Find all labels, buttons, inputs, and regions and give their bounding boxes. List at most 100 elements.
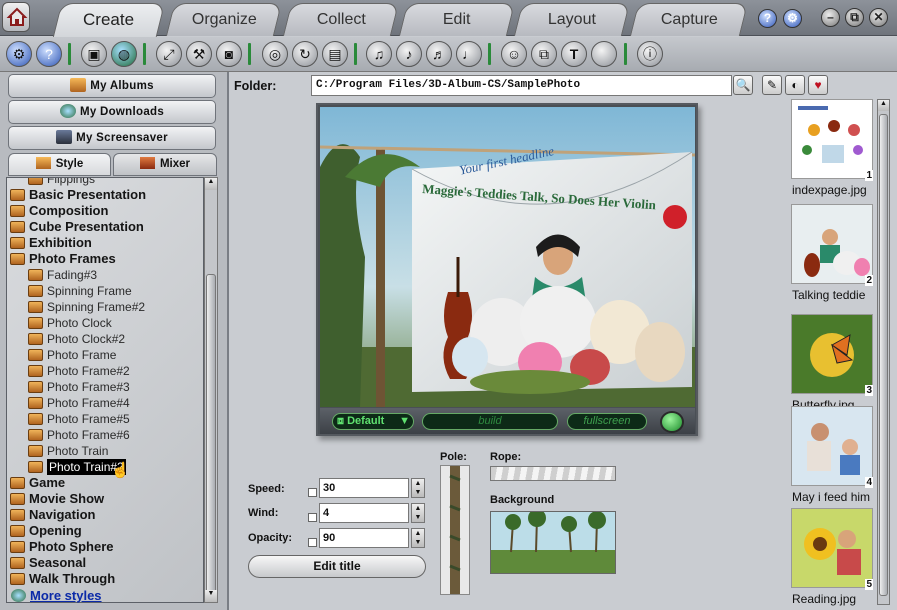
album-box-icon[interactable]: ▣	[81, 41, 107, 67]
scroll-thumb[interactable]	[206, 274, 216, 594]
edit-title-button[interactable]: Edit title	[248, 555, 426, 578]
tree-item[interactable]: Opening	[7, 523, 203, 539]
scroll-thumb[interactable]	[879, 114, 888, 596]
restore-button[interactable]: ⧉	[845, 8, 864, 27]
tree-scrollbar[interactable]: ▲ ▼	[204, 177, 218, 603]
scroll-up-arrow[interactable]: ▲	[878, 100, 889, 111]
heart-icon[interactable]: ♥	[808, 75, 828, 95]
rope-picker[interactable]	[490, 466, 616, 481]
copy-icon[interactable]: ⧉	[531, 41, 557, 67]
folder-path-field[interactable]: C:/Program Files/3D-Album-CS/SamplePhoto	[311, 75, 732, 96]
globe-icon[interactable]: ◍	[111, 41, 137, 67]
tree-item[interactable]: Photo Frame#5	[7, 411, 203, 427]
tree-item[interactable]: Photo Frame#4	[7, 395, 203, 411]
tree-item[interactable]: Basic Presentation	[7, 187, 203, 203]
pencil-icon[interactable]: ✎	[762, 75, 782, 95]
tree-item[interactable]: Game	[7, 475, 203, 491]
tree-item[interactable]: Photo Frames	[7, 251, 203, 267]
fit-screen-icon[interactable]: ⤢	[156, 41, 182, 67]
tree-item-label: Exhibition	[29, 235, 92, 250]
speed-stepper[interactable]: ▲ ▼	[411, 478, 425, 498]
tree-item[interactable]: Navigation	[7, 507, 203, 523]
mixer-icon	[139, 157, 155, 169]
opacity-stepper[interactable]: ▲ ▼	[411, 528, 425, 548]
build-slider[interactable]: build	[422, 413, 558, 430]
minimize-button[interactable]: –	[821, 8, 840, 27]
tree-item-label: Photo Frame	[47, 348, 117, 362]
speed-checkbox[interactable]	[308, 488, 317, 497]
thumbnail-scrollbar[interactable]: ▲	[877, 99, 890, 605]
tab-organize[interactable]: Organize	[165, 3, 283, 36]
settings-icon[interactable]: ⚙	[783, 9, 802, 28]
tab-create[interactable]: Create	[52, 3, 166, 37]
tree-item[interactable]: Photo Train#2 ☝	[7, 459, 203, 479]
tree-item[interactable]: Composition	[7, 203, 203, 219]
tree-item[interactable]: Photo Frame#2	[7, 363, 203, 379]
tree-item-label: Photo Clock	[47, 316, 112, 330]
music-add-icon[interactable]: ♪	[396, 41, 422, 67]
gear-icon[interactable]: ⚙	[6, 41, 32, 67]
tree-item[interactable]: Walk Through	[7, 571, 203, 587]
tree-item[interactable]: Movie Show	[7, 491, 203, 507]
thumbnail-image	[791, 99, 873, 179]
tree-item[interactable]: Photo Sphere	[7, 539, 203, 555]
scroll-up-arrow[interactable]: ▲	[205, 178, 217, 190]
music-list-icon[interactable]: ♬	[426, 41, 452, 67]
home-button[interactable]	[2, 2, 30, 32]
tree-item[interactable]: Photo Train	[7, 443, 203, 459]
wind-field[interactable]: 4	[319, 503, 409, 523]
tools-icon[interactable]: ⚒	[186, 41, 212, 67]
music-note-icon[interactable]: ♫	[366, 41, 392, 67]
tree-item[interactable]: Photo Frame#3	[7, 379, 203, 395]
my-downloads-button[interactable]: My Downloads	[8, 100, 216, 124]
wind-label: Wind:	[248, 507, 279, 519]
tree-item[interactable]: Seasonal	[7, 555, 203, 571]
tab-edit[interactable]: Edit	[398, 3, 516, 36]
user-icon[interactable]: ☺	[501, 41, 527, 67]
toolbar: ⚙ ? ▣ ◍ ⤢ ⚒ ◙ ◎ ↻ ▤ ♫ ♪ ♬ ♩ ☺ ⧉ T ⓘ	[0, 37, 897, 72]
play-button[interactable]	[660, 411, 684, 433]
help-button[interactable]: ?	[758, 9, 777, 28]
tab-layout[interactable]: Layout	[513, 3, 631, 36]
tree-item[interactable]: Spinning Frame	[7, 283, 203, 299]
camera-icon[interactable]: ◙	[216, 41, 242, 67]
tree-item[interactable]: Flippings	[7, 178, 203, 187]
refresh-icon[interactable]: ↻	[292, 41, 318, 67]
disc-icon[interactable]: ◎	[262, 41, 288, 67]
tab-collect[interactable]: Collect	[282, 3, 400, 36]
tree-item[interactable]: Photo Frame	[7, 347, 203, 363]
tree-item-label: Spinning Frame#2	[47, 300, 146, 314]
tree-item[interactable]: Photo Clock	[7, 315, 203, 331]
my-screensaver-button[interactable]: My Screensaver	[8, 126, 216, 150]
background-picker[interactable]	[490, 511, 616, 574]
palette-icon[interactable]: ◐	[785, 75, 805, 95]
browse-folder-icon[interactable]: 🔍	[733, 75, 753, 95]
my-albums-button[interactable]: My Albums	[8, 74, 216, 98]
speed-field[interactable]: 30	[319, 478, 409, 498]
wind-stepper[interactable]: ▲ ▼	[411, 503, 425, 523]
tree-item[interactable]: Photo Frame#6	[7, 427, 203, 443]
tab-capture[interactable]: Capture	[629, 3, 749, 36]
wind-checkbox[interactable]	[308, 513, 317, 522]
opacity-field[interactable]: 90	[319, 528, 409, 548]
music-remove-icon[interactable]: ♩	[456, 41, 482, 67]
default-dropdown[interactable]: ⧈ Default ▼	[332, 413, 414, 430]
text-icon[interactable]: T	[561, 41, 587, 67]
tree-item[interactable]: Photo Clock#2	[7, 331, 203, 347]
opacity-checkbox[interactable]	[308, 538, 317, 547]
close-button[interactable]: ✕	[869, 8, 888, 27]
info-box-icon[interactable]: ⓘ	[637, 41, 663, 67]
help-icon[interactable]: ?	[36, 41, 62, 67]
tree-item[interactable]: Exhibition	[7, 235, 203, 251]
tab-style[interactable]: Style	[8, 153, 111, 176]
pole-picker[interactable]	[440, 465, 470, 595]
fullscreen-button[interactable]: fullscreen	[567, 413, 647, 430]
tree-item[interactable]: Spinning Frame#2	[7, 299, 203, 315]
tree-item[interactable]: Cube Presentation	[7, 219, 203, 235]
album-preview[interactable]: Your first headline Maggie's Teddies Tal…	[316, 103, 698, 436]
tab-mixer[interactable]: Mixer	[113, 153, 217, 176]
tree-item[interactable]: Fading#3	[7, 267, 203, 283]
more-styles-link[interactable]: More styles	[10, 588, 210, 604]
blank-circle-icon[interactable]	[591, 41, 617, 67]
folder-open-icon[interactable]: ▤	[322, 41, 348, 67]
